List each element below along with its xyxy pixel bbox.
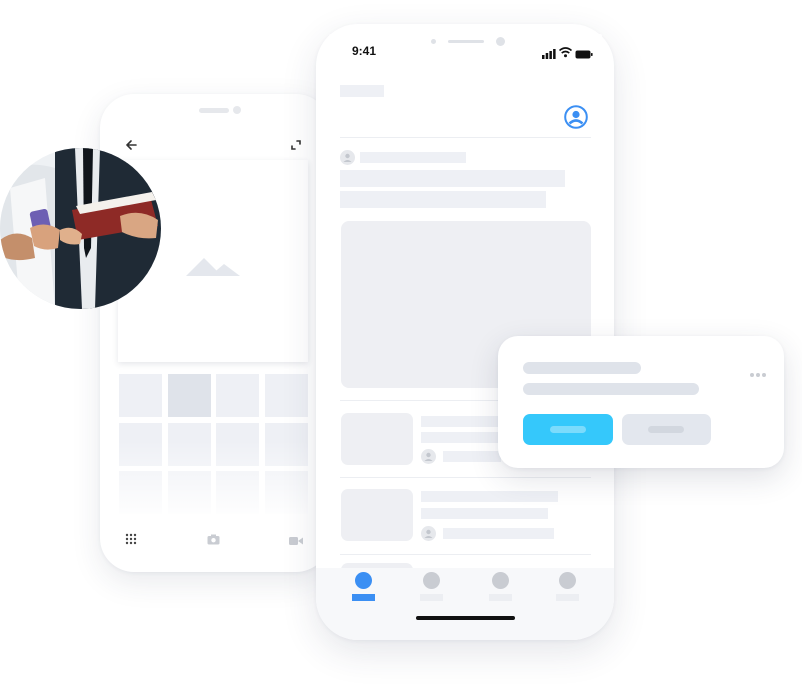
cancel-button[interactable] bbox=[622, 414, 711, 445]
tab-home-label bbox=[352, 594, 375, 601]
list-item-meta bbox=[443, 451, 501, 462]
list-item-thumbnail[interactable] bbox=[341, 413, 413, 465]
sensor bbox=[496, 37, 505, 46]
tab-2[interactable] bbox=[420, 572, 444, 602]
tab-home-icon bbox=[355, 572, 372, 589]
wifi-icon bbox=[558, 45, 573, 58]
list-item-line bbox=[421, 416, 501, 427]
card-title-placeholder bbox=[523, 362, 641, 374]
avatar bbox=[421, 449, 436, 464]
front-camera bbox=[233, 106, 241, 114]
list-item-line bbox=[421, 508, 548, 519]
gallery-cell[interactable] bbox=[265, 374, 308, 417]
tab-2-label bbox=[420, 594, 443, 601]
back-arrow-icon[interactable] bbox=[124, 138, 138, 152]
business-people-photo bbox=[0, 148, 161, 309]
post-text-line bbox=[340, 170, 565, 187]
tab-4-label bbox=[556, 594, 579, 601]
post-text-line bbox=[340, 191, 546, 208]
divider bbox=[340, 554, 591, 555]
expand-icon[interactable] bbox=[289, 138, 303, 152]
divider bbox=[340, 137, 591, 138]
grid-icon[interactable] bbox=[125, 532, 137, 545]
avatar bbox=[421, 526, 436, 541]
earpiece bbox=[448, 40, 484, 43]
list-item-line bbox=[421, 491, 558, 502]
tab-3-label bbox=[489, 594, 512, 601]
camera-icon[interactable] bbox=[207, 532, 220, 545]
gallery-cell[interactable] bbox=[119, 374, 162, 417]
status-time: 9:41 bbox=[352, 44, 377, 58]
header-title-placeholder bbox=[340, 85, 384, 97]
tab-3-icon bbox=[492, 572, 509, 589]
list-item-line bbox=[421, 432, 501, 443]
more-dots-icon[interactable] bbox=[749, 365, 767, 377]
list-item-meta bbox=[443, 528, 554, 539]
tab-4[interactable] bbox=[556, 572, 580, 602]
divider bbox=[340, 477, 591, 478]
user-circle-icon[interactable] bbox=[564, 105, 588, 129]
confirm-button[interactable] bbox=[523, 414, 613, 445]
author-name-placeholder bbox=[360, 152, 466, 163]
confirm-button-label-placeholder bbox=[550, 426, 586, 433]
tab-2-icon bbox=[423, 572, 440, 589]
home-indicator bbox=[416, 616, 515, 620]
cancel-button-label-placeholder bbox=[648, 426, 684, 433]
earpiece bbox=[199, 108, 229, 113]
tab-home[interactable] bbox=[352, 572, 376, 602]
tab-4-icon bbox=[559, 572, 576, 589]
mountain-image-icon bbox=[186, 256, 242, 278]
video-icon[interactable] bbox=[289, 533, 303, 545]
action-card bbox=[498, 336, 784, 468]
gallery-cell[interactable] bbox=[216, 374, 259, 417]
front-camera bbox=[431, 39, 436, 44]
card-text-placeholder bbox=[523, 383, 699, 395]
tab-3[interactable] bbox=[489, 572, 513, 602]
grid-fade bbox=[110, 440, 320, 520]
avatar bbox=[340, 150, 355, 165]
signal-icon bbox=[542, 46, 556, 59]
list-item-thumbnail[interactable] bbox=[341, 489, 413, 541]
battery-icon bbox=[575, 46, 593, 59]
gallery-cell[interactable] bbox=[168, 374, 211, 417]
